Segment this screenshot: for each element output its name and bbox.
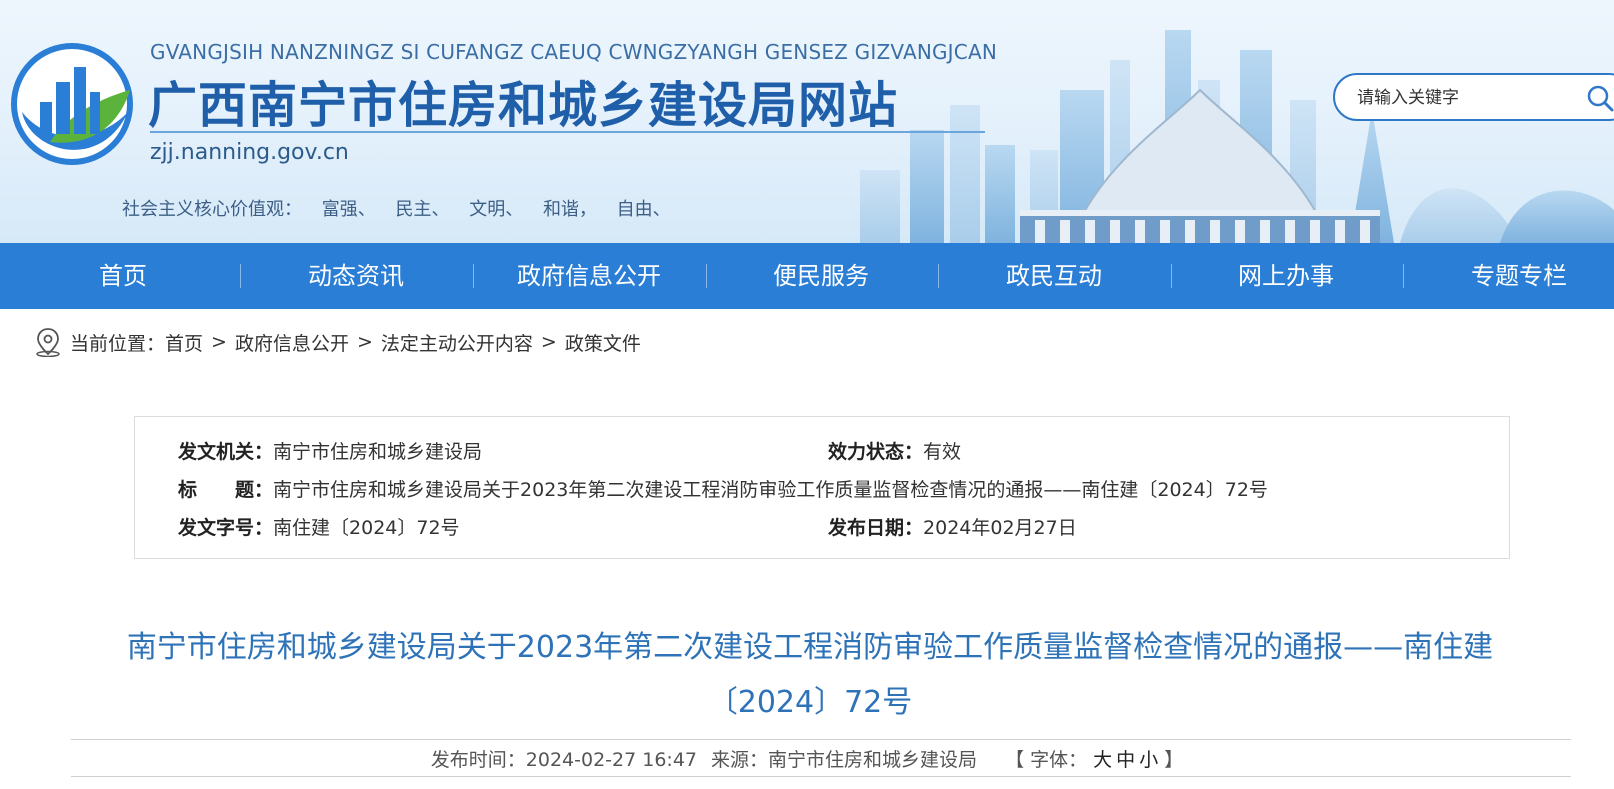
site-pinyin: GVANGJSIH NANZNINGZ SI CUFANGZ CAEUQ CWN… — [150, 40, 997, 64]
core-values-label: 社会主义核心价值观： — [122, 199, 302, 220]
search-box — [1333, 73, 1614, 121]
breadcrumb-link-statutory[interactable]: 法定主动公开内容 — [381, 329, 533, 356]
search-input[interactable] — [1355, 85, 1579, 111]
font-size-end: 】 — [1164, 749, 1184, 771]
breadcrumb-link-home[interactable]: 首页 — [165, 329, 203, 356]
site-domain: zjj.nanning.gov.cn — [150, 140, 349, 165]
nav-item-home[interactable]: 首页 — [48, 243, 198, 309]
font-size-large-button[interactable]: 大 — [1093, 749, 1112, 771]
core-value: 和谐， — [542, 199, 597, 220]
nav-item-interaction[interactable]: 政民互动 — [979, 243, 1129, 309]
meta-issuer-label: 发文机关： — [178, 441, 274, 463]
font-size-medium-button[interactable]: 中 — [1116, 749, 1135, 771]
divider — [71, 739, 1571, 740]
core-values-marquee: 社会主义核心价值观： 富强、 民主、 文明、 和谐， 自由、 — [122, 195, 685, 221]
nav-divider — [1403, 264, 1404, 288]
breadcrumb-link-policy[interactable]: 政策文件 — [565, 329, 641, 356]
main-nav: 首页 动态资讯 政府信息公开 便民服务 政民互动 网上办事 专题专栏 — [0, 243, 1614, 309]
meta-docno-label: 发文字号： — [178, 517, 274, 539]
meta-date-value: 2024年02月27日 — [923, 517, 1077, 539]
breadcrumb: 当前位置： 首页 > 政府信息公开 > 法定主动公开内容 > 政策文件 — [34, 327, 641, 357]
meta-date: 发布日期：2024年02月27日 — [828, 513, 1077, 540]
nav-item-online-services[interactable]: 网上办事 — [1211, 243, 1361, 309]
nav-item-services[interactable]: 便民服务 — [746, 243, 896, 309]
breadcrumb-label: 当前位置： — [70, 332, 166, 355]
meta-issuer: 发文机关：南宁市住房和城乡建设局 — [178, 437, 482, 464]
meta-docno: 发文字号：南住建〔2024〕72号 — [178, 513, 460, 540]
title-underline — [150, 131, 985, 133]
nav-divider — [1171, 264, 1172, 288]
nav-divider — [706, 264, 707, 288]
nav-divider — [240, 264, 241, 288]
nav-item-gov-info[interactable]: 政府信息公开 — [499, 243, 679, 309]
site-header: GVANGJSIH NANZNINGZ SI CUFANGZ CAEUQ CWN… — [0, 0, 1614, 243]
nav-divider — [473, 264, 474, 288]
core-value: 民主、 — [395, 199, 450, 220]
meta-status-value: 有效 — [923, 441, 962, 463]
meta-title-value: 南宁市住房和城乡建设局关于2023年第二次建设工程消防审验工作质量监督检查情况的… — [273, 479, 1268, 501]
meta-status-label: 效力状态： — [828, 441, 924, 463]
nav-item-topics[interactable]: 专题专栏 — [1444, 243, 1594, 309]
breadcrumb-separator: > — [540, 331, 557, 353]
site-logo — [11, 43, 133, 165]
article-info-bar: 发布时间：2024-02-27 16:47 来源：南宁市住房和城乡建设局 【 字… — [0, 745, 1614, 772]
nav-item-news[interactable]: 动态资讯 — [281, 243, 431, 309]
site-title[interactable]: 广西南宁市住房和城乡建设局网站 — [148, 66, 898, 137]
meta-status: 效力状态：有效 — [828, 437, 961, 464]
breadcrumb-separator: > — [356, 331, 373, 353]
meta-issuer-value: 南宁市住房和城乡建设局 — [273, 441, 483, 463]
breadcrumb-separator: > — [211, 331, 227, 353]
meta-date-label: 发布日期： — [828, 517, 924, 539]
meta-title: 标 题：南宁市住房和城乡建设局关于2023年第二次建设工程消防审验工作质量监督检… — [178, 475, 1268, 502]
meta-title-label: 标 题： — [178, 479, 274, 501]
search-icon[interactable] — [1585, 83, 1614, 113]
divider — [71, 776, 1571, 777]
font-size-small-button[interactable]: 小 — [1139, 749, 1158, 771]
nav-divider — [938, 264, 939, 288]
publish-time: 发布时间：2024-02-27 16:47 — [430, 749, 697, 771]
core-value: 自由、 — [616, 199, 671, 220]
font-size-label: 【 字体： — [1005, 749, 1088, 771]
location-pin-icon — [36, 328, 60, 357]
core-value: 富强、 — [321, 199, 376, 220]
article-source: 来源：南宁市住房和城乡建设局 — [711, 749, 978, 771]
meta-docno-value: 南住建〔2024〕72号 — [273, 517, 460, 539]
article-title: 南宁市住房和城乡建设局关于2023年第二次建设工程消防审验工作质量监督检查情况的… — [126, 630, 1494, 720]
breadcrumb-link-gov-info[interactable]: 政府信息公开 — [235, 329, 349, 356]
document-meta-box: 发文机关：南宁市住房和城乡建设局 效力状态：有效 标 题：南宁市住房和城乡建设局… — [134, 416, 1510, 559]
core-value: 文明、 — [469, 199, 524, 220]
